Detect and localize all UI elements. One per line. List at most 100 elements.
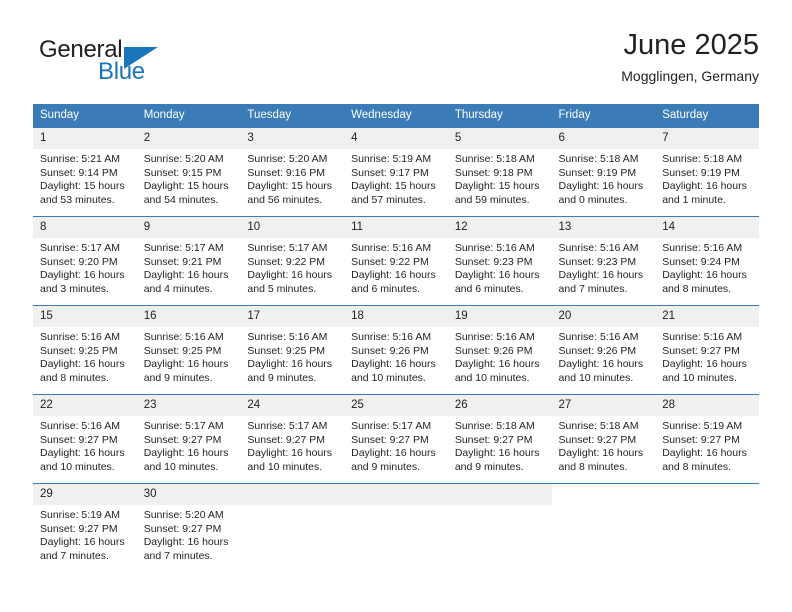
calendar-body: 1 Sunrise: 5:21 AM Sunset: 9:14 PM Dayli…: [33, 127, 759, 572]
day-number: 20: [551, 306, 656, 327]
weekday-header-thursday: Thursday: [447, 104, 552, 128]
sunset-text: Sunset: 9:24 PM: [662, 255, 740, 268]
calendar-day-cell[interactable]: 15 Sunrise: 5:16 AM Sunset: 9:25 PM Dayl…: [33, 305, 137, 395]
daylight-text-line2: and 1 minute.: [662, 193, 726, 206]
brand-logo[interactable]: General Blue: [39, 36, 189, 92]
calendar-day-cell[interactable]: 28 Sunrise: 5:19 AM Sunset: 9:27 PM Dayl…: [655, 394, 759, 484]
day-number: 7: [655, 128, 759, 149]
day-details: Sunrise: 5:17 AM Sunset: 9:22 PM Dayligh…: [240, 238, 344, 296]
sunset-text: Sunset: 9:26 PM: [558, 344, 637, 357]
day-number: 2: [136, 128, 241, 149]
day-number: 4: [344, 128, 448, 149]
day-details: Sunrise: 5:16 AM Sunset: 9:26 PM Dayligh…: [344, 327, 448, 385]
sunrise-text: Sunrise: 5:20 AM: [143, 509, 224, 521]
day-number: 16: [136, 306, 241, 327]
sunset-text: Sunset: 9:27 PM: [40, 433, 118, 446]
calendar-day-cell[interactable]: 27 Sunrise: 5:18 AM Sunset: 9:27 PM Dayl…: [551, 394, 656, 484]
calendar-day-cell[interactable]: 21 Sunrise: 5:16 AM Sunset: 9:27 PM Dayl…: [655, 305, 759, 395]
title-block: June 2025 Mogglingen, Germany: [621, 28, 759, 86]
calendar-day-cell[interactable]: 3 Sunrise: 5:20 AM Sunset: 9:16 PM Dayli…: [240, 127, 345, 217]
sunset-text: Sunset: 9:27 PM: [454, 433, 533, 446]
day-number: 12: [447, 217, 552, 238]
weekday-header-wednesday: Wednesday: [344, 104, 448, 128]
page-title: June 2025: [623, 29, 759, 61]
calendar-day-cell[interactable]: 9 Sunrise: 5:17 AM Sunset: 9:21 PM Dayli…: [136, 216, 241, 306]
calendar-day-cell[interactable]: 17 Sunrise: 5:16 AM Sunset: 9:25 PM Dayl…: [240, 305, 345, 395]
day-details: Sunrise: 5:16 AM Sunset: 9:25 PM Dayligh…: [33, 327, 137, 385]
calendar-day-cell[interactable]: 5 Sunrise: 5:18 AM Sunset: 9:18 PM Dayli…: [447, 127, 552, 217]
daylight-text-line2: and 59 minutes.: [454, 193, 530, 206]
sunrise-text: Sunrise: 5:18 AM: [454, 420, 535, 432]
daylight-text-line2: and 10 minutes.: [454, 371, 530, 384]
day-details: Sunrise: 5:17 AM Sunset: 9:20 PM Dayligh…: [33, 238, 137, 296]
day-details: Sunrise: 5:17 AM Sunset: 9:27 PM Dayligh…: [344, 416, 448, 474]
day-number: 29: [33, 484, 137, 505]
sunrise-text: Sunrise: 5:19 AM: [40, 509, 120, 521]
daylight-text-line1: Daylight: 16 hours: [662, 269, 747, 282]
calendar-day-cell[interactable]: 23 Sunrise: 5:17 AM Sunset: 9:27 PM Dayl…: [136, 394, 241, 484]
daylight-text-line1: Daylight: 16 hours: [662, 447, 747, 460]
calendar-day-cell[interactable]: 4 Sunrise: 5:19 AM Sunset: 9:17 PM Dayli…: [344, 127, 448, 217]
sunrise-text: Sunrise: 5:19 AM: [351, 153, 432, 165]
daylight-text-line1: Daylight: 16 hours: [247, 358, 333, 371]
day-number: 9: [136, 217, 241, 238]
calendar-day-cell[interactable]: 30 Sunrise: 5:20 AM Sunset: 9:27 PM Dayl…: [136, 483, 241, 572]
sunrise-text: Sunrise: 5:16 AM: [558, 242, 639, 254]
day-details: Sunrise: 5:18 AM Sunset: 9:27 PM Dayligh…: [448, 416, 552, 474]
daylight-text-line2: and 7 minutes.: [143, 549, 213, 562]
sunset-text: Sunset: 9:16 PM: [247, 166, 326, 179]
sunset-text: Sunset: 9:27 PM: [351, 433, 429, 446]
calendar-day-cell[interactable]: 13 Sunrise: 5:16 AM Sunset: 9:23 PM Dayl…: [551, 216, 656, 306]
calendar-day-cell[interactable]: 1 Sunrise: 5:21 AM Sunset: 9:14 PM Dayli…: [33, 127, 137, 217]
calendar-day-cell[interactable]: 7 Sunrise: 5:18 AM Sunset: 9:19 PM Dayli…: [655, 127, 759, 217]
day-details: Sunrise: 5:16 AM Sunset: 9:24 PM Dayligh…: [655, 238, 759, 296]
calendar-day-cell[interactable]: 19 Sunrise: 5:16 AM Sunset: 9:26 PM Dayl…: [447, 305, 552, 395]
day-number: [551, 484, 656, 505]
sunrise-text: Sunrise: 5:16 AM: [40, 420, 120, 432]
calendar-day-cell[interactable]: 8 Sunrise: 5:17 AM Sunset: 9:20 PM Dayli…: [33, 216, 137, 306]
calendar-week-row: 22 Sunrise: 5:16 AM Sunset: 9:27 PM Dayl…: [33, 394, 759, 484]
calendar-day-cell[interactable]: 25 Sunrise: 5:17 AM Sunset: 9:27 PM Dayl…: [344, 394, 448, 484]
daylight-text-line1: Daylight: 15 hours: [247, 180, 333, 193]
calendar-day-cell[interactable]: 18 Sunrise: 5:16 AM Sunset: 9:26 PM Dayl…: [344, 305, 448, 395]
daylight-text-line1: Daylight: 16 hours: [351, 447, 436, 460]
calendar-day-cell[interactable]: 6 Sunrise: 5:18 AM Sunset: 9:19 PM Dayli…: [551, 127, 656, 217]
sunset-text: Sunset: 9:17 PM: [351, 166, 429, 179]
day-number: 30: [136, 484, 241, 505]
day-number: [344, 484, 448, 505]
calendar-week-row: 15 Sunrise: 5:16 AM Sunset: 9:25 PM Dayl…: [33, 305, 759, 395]
sunset-text: Sunset: 9:27 PM: [662, 433, 740, 446]
calendar-day-cell[interactable]: 11 Sunrise: 5:16 AM Sunset: 9:22 PM Dayl…: [344, 216, 448, 306]
calendar-day-cell[interactable]: 16 Sunrise: 5:16 AM Sunset: 9:25 PM Dayl…: [136, 305, 241, 395]
sunset-text: Sunset: 9:27 PM: [143, 522, 222, 535]
sunrise-text: Sunrise: 5:17 AM: [40, 242, 120, 254]
sunset-text: Sunset: 9:27 PM: [247, 433, 326, 446]
calendar-day-cell-empty: [240, 483, 345, 572]
sunrise-text: Sunrise: 5:18 AM: [662, 153, 743, 165]
sunrise-text: Sunrise: 5:16 AM: [247, 331, 328, 343]
day-details: Sunrise: 5:20 AM Sunset: 9:15 PM Dayligh…: [137, 149, 241, 207]
calendar-day-cell[interactable]: 20 Sunrise: 5:16 AM Sunset: 9:26 PM Dayl…: [551, 305, 656, 395]
sunset-text: Sunset: 9:19 PM: [662, 166, 740, 179]
sunrise-text: Sunrise: 5:17 AM: [143, 242, 224, 254]
calendar-day-cell[interactable]: 2 Sunrise: 5:20 AM Sunset: 9:15 PM Dayli…: [136, 127, 241, 217]
calendar-day-cell[interactable]: 22 Sunrise: 5:16 AM Sunset: 9:27 PM Dayl…: [33, 394, 137, 484]
day-number: 18: [344, 306, 448, 327]
calendar-week-row: 29 Sunrise: 5:19 AM Sunset: 9:27 PM Dayl…: [33, 483, 759, 572]
daylight-text-line1: Daylight: 16 hours: [558, 358, 644, 371]
calendar-day-cell[interactable]: 29 Sunrise: 5:19 AM Sunset: 9:27 PM Dayl…: [33, 483, 137, 572]
sunset-text: Sunset: 9:14 PM: [40, 166, 118, 179]
day-number: 6: [551, 128, 656, 149]
calendar-day-cell[interactable]: 10 Sunrise: 5:17 AM Sunset: 9:22 PM Dayl…: [240, 216, 345, 306]
calendar-day-cell[interactable]: 24 Sunrise: 5:17 AM Sunset: 9:27 PM Dayl…: [240, 394, 345, 484]
day-number: 3: [240, 128, 345, 149]
calendar-day-cell[interactable]: 14 Sunrise: 5:16 AM Sunset: 9:24 PM Dayl…: [655, 216, 759, 306]
daylight-text-line2: and 9 minutes.: [143, 371, 213, 384]
daylight-text-line2: and 0 minutes.: [558, 193, 628, 206]
day-details: Sunrise: 5:19 AM Sunset: 9:27 PM Dayligh…: [655, 416, 759, 474]
day-details: Sunrise: 5:17 AM Sunset: 9:21 PM Dayligh…: [137, 238, 241, 296]
sunset-text: Sunset: 9:25 PM: [40, 344, 118, 357]
calendar-day-cell[interactable]: 26 Sunrise: 5:18 AM Sunset: 9:27 PM Dayl…: [447, 394, 552, 484]
daylight-text-line2: and 9 minutes.: [351, 460, 420, 473]
calendar-day-cell[interactable]: 12 Sunrise: 5:16 AM Sunset: 9:23 PM Dayl…: [447, 216, 552, 306]
